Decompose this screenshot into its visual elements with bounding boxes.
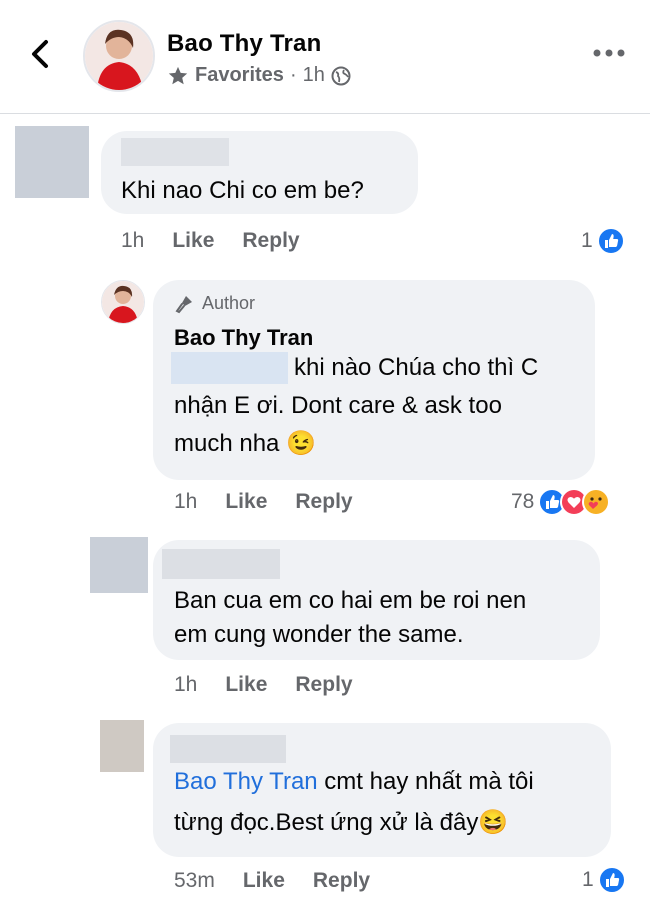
like-icon	[596, 227, 625, 255]
like-button[interactable]: Like	[225, 490, 267, 514]
post-header: Bao Thy Tran Favorites · 1h	[0, 0, 650, 113]
reaction-summary[interactable]: 78	[511, 488, 611, 516]
reaction-count: 1	[581, 229, 593, 252]
comment-text: khi nào Chúa cho thì C nhận E ơi. Dont c…	[174, 356, 538, 470]
commenter-avatar-blurred[interactable]	[15, 126, 89, 198]
comment-time: 1h	[174, 490, 198, 513]
comment-line: Ban cua em co hai em be roi nen	[174, 587, 527, 614]
commenter-avatar-blurred[interactable]	[100, 720, 144, 772]
comment-line-rest: cmt hay nhất mà tôi	[317, 768, 534, 795]
post-time: 1h	[302, 64, 325, 86]
care-icon	[582, 488, 611, 516]
commenter-name[interactable]: Bao Thy Tran	[174, 325, 313, 351]
globe-icon	[331, 66, 351, 85]
comment-line: Bao Thy Tran cmt hay nhất mà tôi	[174, 770, 534, 811]
reaction-count: 1	[582, 868, 594, 891]
comment-actions: 1h Like Reply	[121, 229, 300, 253]
comment-line: em cung wonder the same.	[174, 621, 464, 648]
reaction-count: 78	[511, 490, 535, 513]
page-avatar[interactable]	[83, 20, 155, 92]
microphone-icon	[175, 295, 192, 313]
commenter-name-blurred[interactable]	[121, 138, 229, 166]
mention-link[interactable]: Bao Thy Tran	[174, 768, 318, 795]
header-divider	[0, 113, 650, 114]
reaction-summary[interactable]: 1	[581, 227, 625, 255]
author-badge: Author	[174, 293, 255, 314]
page-name[interactable]: Bao Thy Tran	[167, 30, 321, 58]
comment-line: khi nào Chúa cho thì C	[294, 354, 539, 381]
comment-text: Ban cua em co hai em be roi nen em cung …	[174, 589, 526, 661]
author-avatar[interactable]	[101, 280, 145, 324]
comment-actions: 1h Like Reply	[174, 490, 353, 514]
comment-time: 1h	[174, 673, 198, 696]
meta-separator: ·	[289, 64, 297, 86]
comment-text: Bao Thy Tran cmt hay nhất mà tôi từng đọ…	[174, 770, 534, 849]
commenter-name-blurred[interactable]	[170, 735, 286, 763]
post-meta: Favorites · 1h	[167, 64, 351, 87]
comment-actions: 1h Like Reply	[174, 673, 353, 697]
reply-button[interactable]: Reply	[295, 673, 352, 697]
more-options-icon[interactable]	[592, 48, 626, 58]
comment-text: Khi nao Chi co em be?	[121, 177, 364, 204]
comment-line: much nha 😉	[174, 430, 316, 457]
reply-button[interactable]: Reply	[295, 490, 352, 514]
reply-button[interactable]: Reply	[242, 229, 299, 253]
comment-actions: 53m Like Reply	[174, 869, 370, 893]
comment-time: 53m	[174, 869, 215, 892]
comment-time: 1h	[121, 229, 145, 252]
commenter-avatar-blurred[interactable]	[90, 537, 148, 593]
like-button[interactable]: Like	[172, 229, 214, 253]
audience-label: Favorites	[195, 64, 284, 86]
reply-button[interactable]: Reply	[313, 869, 370, 893]
comment-line: từng đọc.Best ứng xử là đây😆	[174, 809, 509, 836]
back-arrow-icon[interactable]	[22, 36, 58, 72]
author-badge-label: Author	[202, 293, 256, 313]
like-icon	[597, 866, 626, 894]
reaction-summary[interactable]: 1	[582, 866, 626, 894]
like-button[interactable]: Like	[243, 869, 285, 893]
star-icon	[168, 66, 188, 84]
like-button[interactable]: Like	[225, 673, 267, 697]
comment-line: nhận E ơi. Dont care & ask too	[174, 392, 502, 419]
commenter-name-blurred[interactable]	[162, 549, 280, 579]
